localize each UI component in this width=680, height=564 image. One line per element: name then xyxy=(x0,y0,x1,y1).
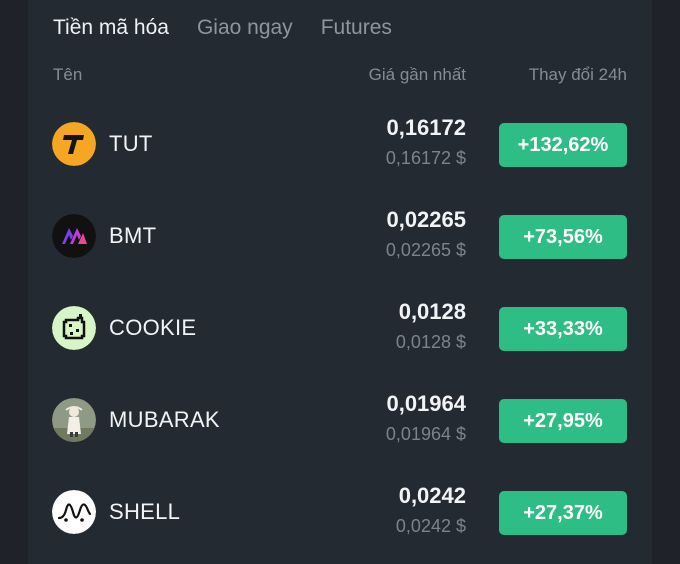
market-screen: Tiền mã hóa Giao ngay Futures Tên Giá gầ… xyxy=(0,0,680,564)
coin-price: 0,0242 xyxy=(398,483,466,508)
coin-price: 0,16172 xyxy=(386,115,466,140)
tab-futures[interactable]: Futures xyxy=(321,14,392,44)
cookie-icon xyxy=(52,306,96,350)
coin-row[interactable]: MUBARAK 0,01964 0,01964 $ +27,95% xyxy=(0,374,680,466)
coin-row[interactable]: TUT 0,16172 0,16172 $ +132,62% xyxy=(0,98,680,190)
coin-row[interactable]: SHELL 0,0242 0,0242 $ +27,37% xyxy=(0,466,680,558)
coin-symbol: TUT xyxy=(109,131,153,156)
coin-symbol: SHELL xyxy=(109,499,181,524)
coin-price: 0,0128 xyxy=(398,299,466,324)
change-badge[interactable]: +27,37% xyxy=(499,491,627,535)
coin-price: 0,02265 xyxy=(386,207,466,232)
change-badge[interactable]: +33,33% xyxy=(499,307,627,351)
tut-icon xyxy=(52,122,96,166)
tab-crypto[interactable]: Tiền mã hóa xyxy=(53,14,169,44)
column-header-change-24h[interactable]: Thay đổi 24h xyxy=(529,64,627,86)
change-badge[interactable]: +27,95% xyxy=(499,399,627,443)
coin-symbol: MUBARAK xyxy=(109,407,220,432)
coin-price-usd: 0,0128 $ xyxy=(395,332,466,352)
mubarak-icon xyxy=(52,398,96,442)
coin-price-usd: 0,02265 $ xyxy=(385,240,466,260)
coin-price-usd: 0,16172 $ xyxy=(385,148,466,168)
market-tabs: Tiền mã hóa Giao ngay Futures xyxy=(53,14,420,44)
tab-spot[interactable]: Giao ngay xyxy=(197,14,293,44)
coin-symbol: BMT xyxy=(109,223,157,248)
column-header-last-price[interactable]: Giá gần nhất xyxy=(369,64,466,86)
coin-row[interactable]: BMT 0,02265 0,02265 $ +73,56% xyxy=(0,190,680,282)
coin-row[interactable]: COOKIE 0,0128 0,0128 $ +33,33% xyxy=(0,282,680,374)
change-badge[interactable]: +73,56% xyxy=(499,215,627,259)
bmt-icon xyxy=(52,214,96,258)
coin-symbol: COOKIE xyxy=(109,315,197,340)
shell-icon xyxy=(52,490,96,534)
column-header-name[interactable]: Tên xyxy=(53,64,82,86)
change-badge[interactable]: +132,62% xyxy=(499,123,627,167)
coin-price: 0,01964 xyxy=(386,391,466,416)
coin-price-usd: 0,0242 $ xyxy=(395,516,466,536)
coin-price-usd: 0,01964 $ xyxy=(385,424,466,444)
